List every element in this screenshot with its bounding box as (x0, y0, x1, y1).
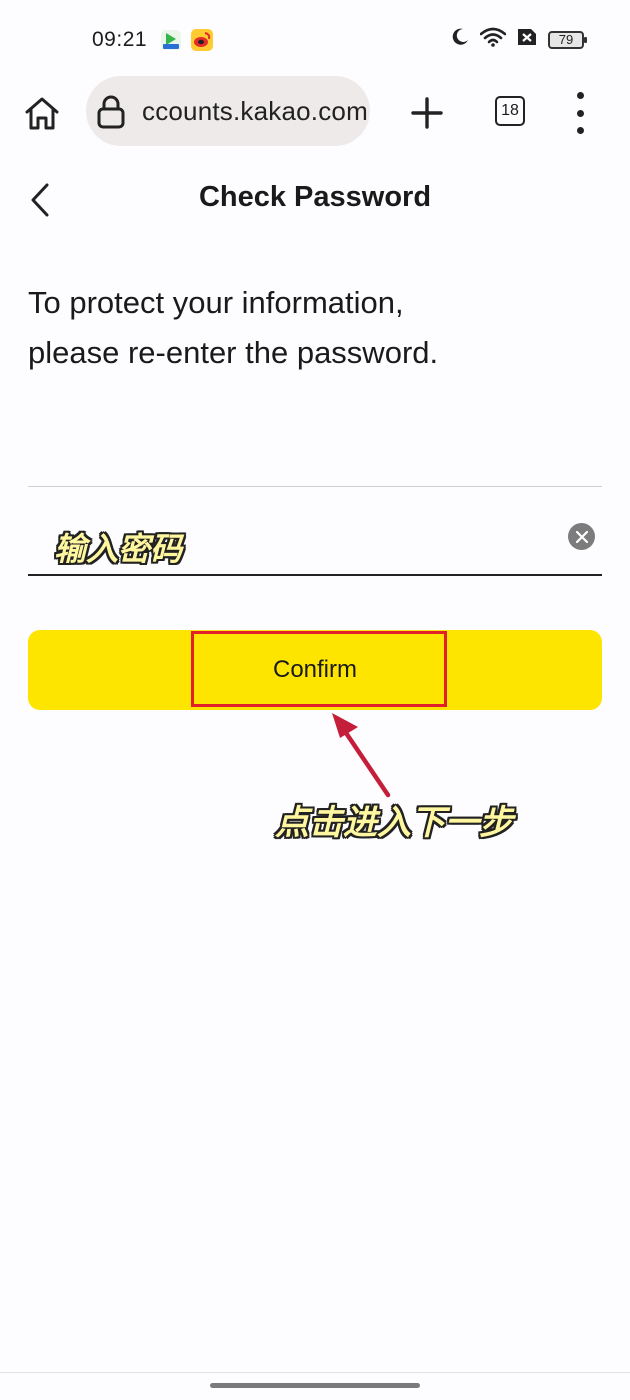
status-bar: 09:21 79 (0, 0, 630, 80)
lock-icon[interactable] (96, 95, 126, 134)
moon-icon (450, 27, 470, 52)
battery-icon: 79 (548, 30, 587, 49)
url-text: ccounts.kakao.com (142, 96, 368, 126)
instruction-overlay: 点击进入下一步 (275, 803, 513, 843)
description-line: To protect your information, (28, 285, 404, 320)
page-title: Check Password (198, 181, 432, 213)
divider (0, 1372, 630, 1373)
video-app-icon (160, 29, 182, 51)
description-text: To protect your information, please re-e… (28, 278, 588, 378)
gesture-nav-handle[interactable] (210, 1383, 420, 1388)
close-icon (575, 530, 588, 543)
divider (28, 486, 602, 487)
clear-input-button[interactable] (568, 523, 595, 550)
more-vertical-icon[interactable] (566, 92, 594, 134)
tabs-icon[interactable]: 18 (495, 96, 525, 126)
plus-icon (411, 97, 443, 129)
browser-toolbar: ccounts.kakao.com 18 (0, 76, 630, 148)
home-button[interactable] (20, 91, 64, 135)
address-bar[interactable]: ccounts.kakao.com (86, 76, 370, 146)
wifi-icon (479, 27, 507, 52)
menu-dot (576, 109, 584, 117)
status-time: 09:21 (92, 28, 148, 51)
description-line: please re-enter the password. (28, 335, 439, 370)
menu-dot (576, 127, 584, 134)
new-tab-button[interactable] (406, 92, 448, 134)
menu-dot (576, 92, 584, 99)
password-hint-overlay: 输入密码 (54, 530, 183, 568)
password-input[interactable]: 输入密码 (28, 510, 602, 576)
home-icon (25, 97, 59, 130)
arrow-icon (332, 713, 391, 798)
highlight-box (191, 631, 447, 707)
weibo-app-icon (191, 29, 213, 51)
status-icons: 79 (450, 27, 587, 52)
sim-off-icon (516, 27, 538, 52)
